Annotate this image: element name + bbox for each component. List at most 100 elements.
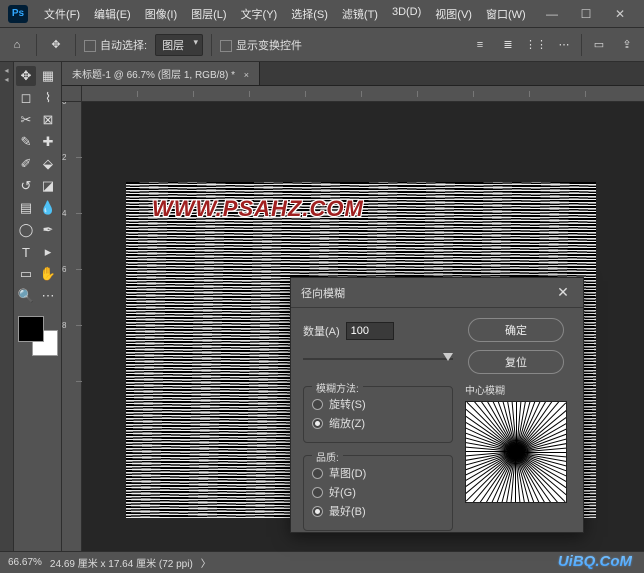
- mode-icon[interactable]: ▭: [588, 34, 610, 56]
- separator: [36, 34, 37, 56]
- dialog-body: 数量(A) 确定 复位 模糊方法: 旋转(S) 缩放(Z) 中心模糊 品质: 草…: [291, 308, 583, 541]
- quality-best-label: 最好(B): [329, 503, 366, 519]
- quality-good-label: 好(G): [329, 484, 356, 500]
- more-icon[interactable]: ⋯: [553, 34, 575, 56]
- dialog-titlebar[interactable]: 径向模糊 ✕: [291, 278, 583, 308]
- artboard-tool[interactable]: ▦: [38, 66, 58, 86]
- rectangle-tool[interactable]: ▭: [16, 264, 36, 284]
- quality-title: 品质:: [312, 449, 343, 464]
- title-bar: Ps 文件(F) 编辑(E) 图像(I) 图层(L) 文字(Y) 选择(S) 滤…: [0, 0, 644, 28]
- document-tab-label: 未标题-1 @ 66.7% (图层 1, RGB/8) *: [72, 70, 235, 81]
- menu-file[interactable]: 文件(F): [38, 3, 86, 25]
- vertical-ruler[interactable]: [62, 102, 82, 551]
- maximize-button[interactable]: ☐: [570, 4, 602, 24]
- zoom-level[interactable]: 66.67%: [8, 557, 42, 568]
- quality-good-option[interactable]: 好(G): [312, 484, 444, 500]
- pen-tool[interactable]: ✒: [38, 220, 58, 240]
- menu-layer[interactable]: 图层(L): [185, 3, 232, 25]
- foreground-swatch[interactable]: [18, 316, 44, 342]
- blur-center-preview[interactable]: [465, 401, 567, 503]
- zoom-tool[interactable]: 🔍: [16, 286, 36, 306]
- brush-tool[interactable]: ✐: [16, 154, 36, 174]
- radial-blur-dialog: 径向模糊 ✕ 数量(A) 确定 复位 模糊方法: 旋转(S) 缩放(Z) 中心模…: [290, 277, 584, 533]
- marquee-tool[interactable]: ◻: [16, 88, 36, 108]
- distribute-icon[interactable]: ⋮⋮: [525, 34, 547, 56]
- radio-icon[interactable]: [312, 506, 323, 517]
- status-arrow-icon[interactable]: 〉: [201, 555, 211, 570]
- app-icon: Ps: [8, 5, 28, 23]
- radio-icon[interactable]: [312, 487, 323, 498]
- align-icon[interactable]: ≡: [469, 34, 491, 56]
- blur-method-title: 模糊方法:: [312, 380, 363, 395]
- doc-dimensions: 24.69 厘米 x 17.64 厘米 (72 ppi): [50, 555, 193, 570]
- move-tool-icon[interactable]: ✥: [45, 34, 67, 56]
- move-tool[interactable]: ✥: [16, 66, 36, 86]
- radio-icon[interactable]: [312, 418, 323, 429]
- amount-row: 数量(A): [303, 318, 453, 344]
- gradient-tool[interactable]: ▤: [16, 198, 36, 218]
- auto-select-option[interactable]: 自动选择:: [84, 37, 147, 53]
- dialog-close-button[interactable]: ✕: [553, 284, 573, 301]
- crop-tool[interactable]: ✂: [16, 110, 36, 130]
- type-tool[interactable]: T: [16, 242, 36, 262]
- separator: [75, 34, 76, 56]
- menu-type[interactable]: 文字(Y): [235, 3, 284, 25]
- toolbox: ✥ ▦ ◻ ⌇ ✂ ⊠ ✎ ✚ ✐ ⬙ ↺ ◪ ▤ 💧 ◯ ✒ T ▸ ▭ ✋ …: [14, 62, 62, 551]
- checkbox-icon[interactable]: [84, 40, 96, 52]
- preview-title: 中心模糊: [465, 382, 505, 397]
- share-icon[interactable]: ⇪: [616, 34, 638, 56]
- eraser-tool[interactable]: ◪: [38, 176, 58, 196]
- site-watermark: UiBQ.CoM: [558, 553, 632, 570]
- lasso-tool[interactable]: ⌇: [38, 88, 58, 108]
- menu-filter[interactable]: 滤镜(T): [336, 3, 384, 25]
- stamp-tool[interactable]: ⬙: [38, 154, 58, 174]
- radio-icon[interactable]: [312, 468, 323, 479]
- eyedropper-tool[interactable]: ✎: [16, 132, 36, 152]
- hand-tool[interactable]: ✋: [38, 264, 58, 284]
- panel-collapse-gutter[interactable]: [0, 62, 14, 551]
- ruler-origin[interactable]: [62, 86, 82, 102]
- amount-slider[interactable]: [303, 352, 453, 366]
- close-tab-icon[interactable]: ×: [244, 70, 249, 80]
- ok-button[interactable]: 确定: [468, 318, 564, 342]
- show-transform-option[interactable]: 显示变换控件: [220, 37, 302, 53]
- method-spin-option[interactable]: 旋转(S): [312, 396, 444, 412]
- menu-edit[interactable]: 编辑(E): [88, 3, 137, 25]
- blur-method-group: 模糊方法: 旋转(S) 缩放(Z): [303, 386, 453, 443]
- method-zoom-option[interactable]: 缩放(Z): [312, 415, 444, 431]
- healing-tool[interactable]: ✚: [38, 132, 58, 152]
- quality-draft-option[interactable]: 草图(D): [312, 465, 444, 481]
- quality-group: 品质: 草图(D) 好(G) 最好(B): [303, 455, 453, 531]
- menu-view[interactable]: 视图(V): [429, 3, 478, 25]
- status-bar: 66.67% 24.69 厘米 x 17.64 厘米 (72 ppi) 〉 Ui…: [0, 551, 644, 573]
- amount-input[interactable]: [346, 322, 394, 340]
- separator: [581, 34, 582, 56]
- document-tab[interactable]: 未标题-1 @ 66.7% (图层 1, RGB/8) * ×: [62, 62, 260, 85]
- blur-tool[interactable]: 💧: [38, 198, 58, 218]
- menu-window[interactable]: 窗口(W): [480, 3, 532, 25]
- history-brush-tool[interactable]: ↺: [16, 176, 36, 196]
- align-icon[interactable]: ≣: [497, 34, 519, 56]
- dodge-tool[interactable]: ◯: [16, 220, 36, 240]
- minimize-button[interactable]: —: [536, 4, 568, 24]
- reset-button[interactable]: 复位: [468, 350, 564, 374]
- menu-3d[interactable]: 3D(D): [386, 3, 427, 25]
- frame-tool[interactable]: ⊠: [38, 110, 58, 130]
- edit-toolbar[interactable]: ⋯: [38, 286, 58, 306]
- checkbox-icon[interactable]: [220, 40, 232, 52]
- slider-thumb[interactable]: [443, 353, 453, 361]
- quality-draft-label: 草图(D): [329, 465, 366, 481]
- horizontal-ruler[interactable]: [82, 86, 644, 102]
- color-swatches[interactable]: [18, 316, 59, 360]
- radio-icon[interactable]: [312, 399, 323, 410]
- menu-image[interactable]: 图像(I): [139, 3, 183, 25]
- auto-select-target-dropdown[interactable]: 图层: [155, 34, 203, 56]
- home-icon[interactable]: ⌂: [6, 34, 28, 56]
- preview-column: 中心模糊: [461, 382, 571, 531]
- dialog-title: 径向模糊: [301, 285, 345, 301]
- menu-select[interactable]: 选择(S): [285, 3, 334, 25]
- window-controls: — ☐ ✕: [536, 4, 636, 24]
- path-select-tool[interactable]: ▸: [38, 242, 58, 262]
- quality-best-option[interactable]: 最好(B): [312, 503, 444, 519]
- close-button[interactable]: ✕: [604, 4, 636, 24]
